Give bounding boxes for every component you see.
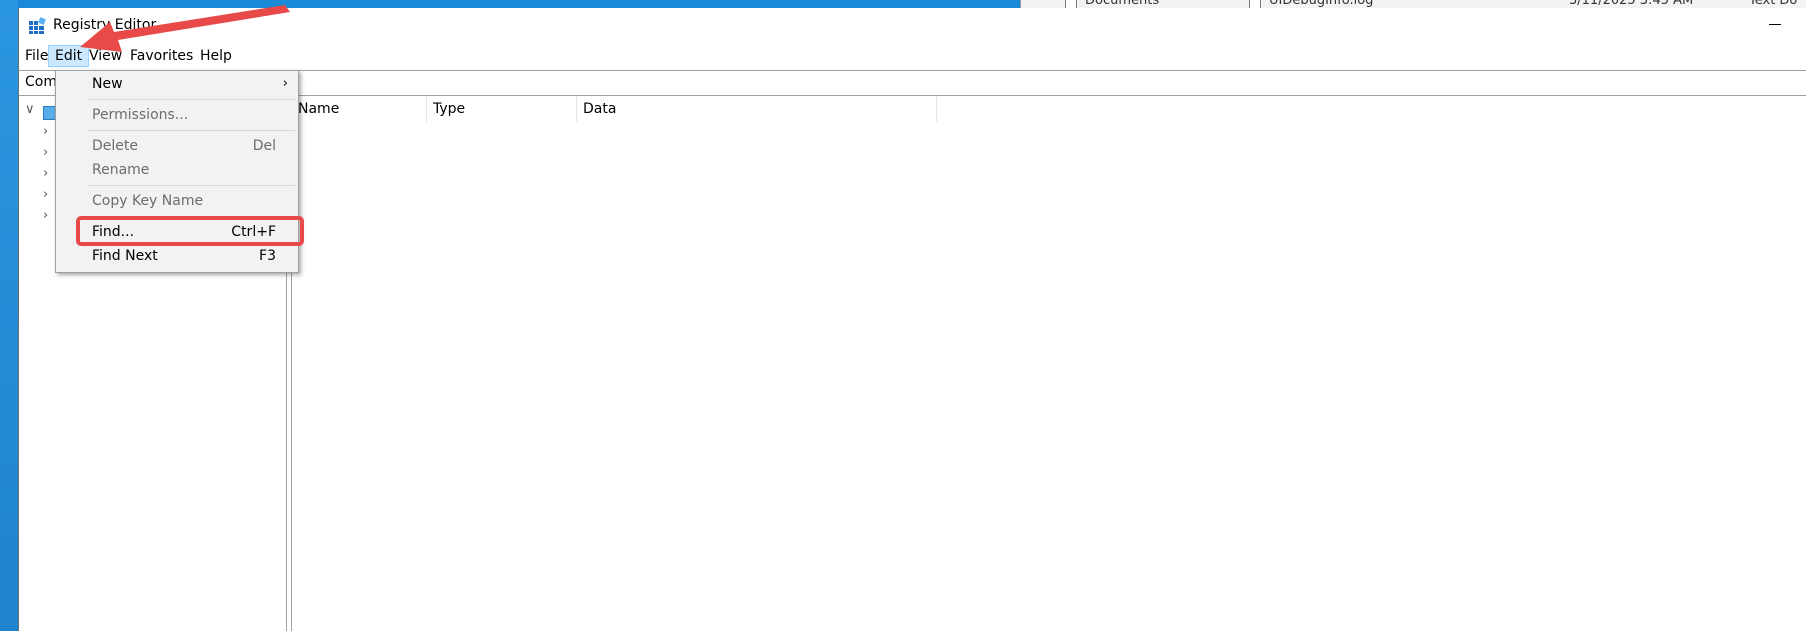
column-header-name[interactable]: Name <box>292 96 427 122</box>
menu-item-copy-key-name[interactable]: Copy Key Name <box>56 190 298 212</box>
values-list-pane[interactable]: Name Type Data <box>292 96 1806 631</box>
menu-separator <box>88 130 295 131</box>
menu-separator <box>88 99 295 100</box>
menu-separator <box>88 185 295 186</box>
menu-item-new[interactable]: New › <box>56 73 298 95</box>
tree-expand-chevron-icon[interactable]: › <box>43 166 48 181</box>
menu-favorites[interactable]: Favorites <box>124 45 199 67</box>
desktop-background <box>0 0 18 631</box>
submenu-arrow-icon: › <box>282 76 288 91</box>
menu-item-find-next[interactable]: Find Next F3 <box>56 245 298 267</box>
minimize-button[interactable] <box>1769 17 1783 31</box>
title-bar[interactable]: Registry Editor <box>19 8 1806 42</box>
menu-item-delete[interactable]: Delete Del <box>56 135 298 157</box>
menu-bar: File Edit View Favorites Help <box>19 45 1806 67</box>
registry-editor-app-icon <box>29 17 46 34</box>
column-header-type[interactable]: Type <box>427 96 577 122</box>
menu-item-rename[interactable]: Rename <box>56 159 298 181</box>
menu-view[interactable]: View <box>83 45 128 67</box>
tree-expand-chevron-icon[interactable]: › <box>43 124 48 139</box>
tree-collapse-chevron-icon[interactable]: ∨ <box>25 102 35 117</box>
address-text: Com <box>25 74 57 90</box>
menu-item-permissions[interactable]: Permissions... <box>56 104 298 126</box>
tree-expand-chevron-icon[interactable]: › <box>43 145 48 160</box>
window-title: Registry Editor <box>53 17 157 33</box>
find-highlight-box <box>76 216 304 246</box>
column-header-data[interactable]: Data <box>577 96 937 122</box>
menu-help[interactable]: Help <box>194 45 238 67</box>
tree-expand-chevron-icon[interactable]: › <box>43 208 48 223</box>
tree-expand-chevron-icon[interactable]: › <box>43 187 48 202</box>
